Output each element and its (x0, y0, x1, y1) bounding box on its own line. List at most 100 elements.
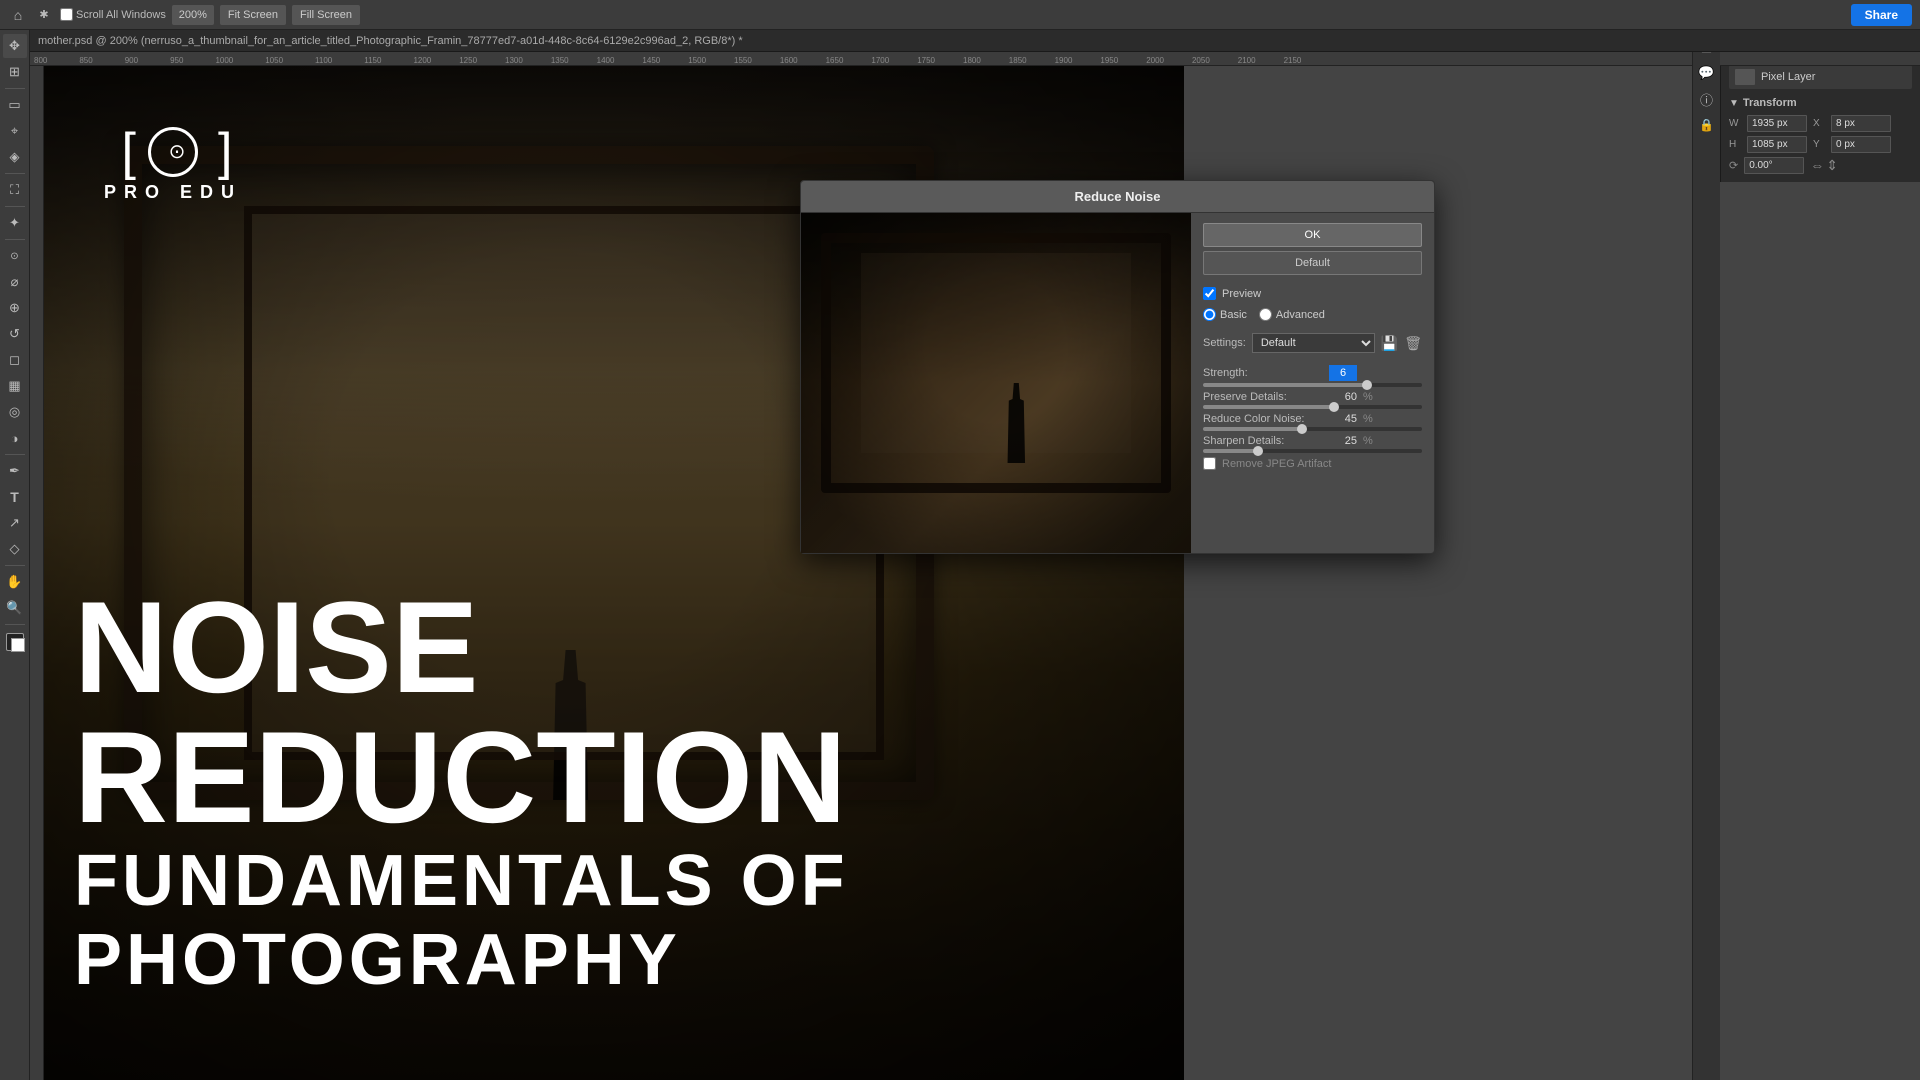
noise-subtitle: FUNDAMENTALS OF PHOTOGRAPHY (74, 842, 1154, 1000)
stamp-tool[interactable]: ⊕ (3, 296, 27, 320)
foreground-color[interactable] (6, 633, 24, 651)
zoom-input[interactable]: 200% (172, 5, 214, 25)
share-button[interactable]: Share (1851, 4, 1912, 26)
preserve-details-row: Preserve Details: 60 % (1203, 391, 1422, 403)
preserve-details-slider-fill (1203, 405, 1334, 409)
reduce-color-slider-track[interactable] (1203, 427, 1422, 431)
sharpen-details-label: Sharpen Details: (1203, 435, 1323, 447)
flip-horizontal-icon[interactable]: ⇔ (1810, 157, 1824, 174)
flip-buttons: ⇔ ⇕ (1810, 157, 1838, 174)
dialog-preview-image (801, 213, 1191, 553)
strength-label: Strength: (1203, 367, 1323, 379)
sharpen-details-slider-thumb[interactable] (1253, 446, 1263, 456)
text-tool[interactable]: T (3, 485, 27, 509)
preserve-details-slider-thumb[interactable] (1329, 402, 1339, 412)
settings-row: Settings: Default 💾 🗑 (1203, 333, 1422, 353)
angle-input[interactable] (1744, 157, 1804, 174)
settings-label: Settings: (1203, 337, 1246, 349)
title-bar: mother.psd @ 200% (nerruso_a_thumbnail_f… (30, 30, 1920, 52)
remove-jpeg-checkbox-label[interactable]: Remove JPEG Artifact (1203, 457, 1422, 470)
logo-bracket: [ ⊙ ] (104, 126, 242, 178)
advanced-radio[interactable] (1259, 308, 1272, 321)
ok-button[interactable]: OK (1203, 223, 1422, 247)
preview-checkbox[interactable] (1203, 287, 1216, 300)
dialog-preview[interactable] (801, 213, 1191, 553)
scroll-all-checkbox[interactable] (60, 8, 73, 21)
strength-row: Strength: (1203, 365, 1422, 381)
history-brush-tool[interactable]: ↺ (3, 322, 27, 346)
strength-input[interactable] (1329, 365, 1357, 381)
gradient-tool[interactable]: ▦ (3, 374, 27, 398)
move-tool[interactable]: ✥ (3, 34, 27, 58)
fill-screen-button[interactable]: Fill Screen (292, 5, 360, 25)
transform-h-y-row: H Y (1729, 136, 1912, 153)
strength-slider-track[interactable] (1203, 383, 1422, 387)
home-icon[interactable]: ⌂ (8, 5, 28, 25)
default-button[interactable]: Default (1203, 251, 1422, 275)
tool-options-icon[interactable]: ✱ (34, 5, 54, 25)
reduce-color-value: 45 (1329, 413, 1357, 425)
shape-tool[interactable]: ◇ (3, 537, 27, 561)
lock-icon[interactable]: 🔒 (1696, 114, 1718, 136)
sharpen-details-row: Sharpen Details: 25 % (1203, 435, 1422, 447)
sliders-section: Strength: Preserve Details: 60 % (1203, 365, 1422, 470)
save-settings-icon[interactable]: 💾 (1381, 335, 1398, 352)
strength-slider-thumb[interactable] (1362, 380, 1372, 390)
preserve-details-slider-track[interactable] (1203, 405, 1422, 409)
dodge-tool[interactable]: ◑ (3, 426, 27, 450)
comment-icon[interactable]: 💬 (1696, 62, 1718, 84)
spot-heal-tool[interactable]: ⊙ (3, 244, 27, 268)
object-select-tool[interactable]: ◈ (3, 145, 27, 169)
eraser-tool[interactable]: ◻ (3, 348, 27, 372)
basic-radio[interactable] (1203, 308, 1216, 321)
preview-check-row: Preview (1203, 287, 1422, 300)
rectangle-select-tool[interactable]: ▭ (3, 93, 27, 117)
eyedropper-tool[interactable]: ✦ (3, 211, 27, 235)
transform-w-x-row: W X (1729, 115, 1912, 132)
preview-label: Preview (1222, 288, 1261, 300)
basic-radio-label[interactable]: Basic (1203, 308, 1247, 321)
flip-vertical-icon[interactable]: ⇕ (1826, 157, 1838, 174)
mode-radio-row: Basic Advanced (1203, 308, 1422, 321)
brush-tool[interactable]: ⌀ (3, 270, 27, 294)
reduce-noise-dialog: Reduce Noise OK Default (800, 180, 1435, 554)
sharpen-details-slider-track[interactable] (1203, 449, 1422, 453)
preserve-details-label: Preserve Details: (1203, 391, 1323, 403)
sharpen-details-slider-fill (1203, 449, 1258, 453)
height-input[interactable] (1747, 136, 1807, 153)
document-title: mother.psd @ 200% (nerruso_a_thumbnail_f… (38, 35, 743, 47)
pen-tool[interactable]: ✒ (3, 459, 27, 483)
zoom-tool[interactable]: 🔍 (3, 596, 27, 620)
left-toolbar: ✥ ⊞ ▭ ⌖ ◈ ⛶ ✦ ⊙ ⌀ ⊕ ↺ ◻ ▦ ◎ ◑ ✒ T ↗ ◇ ✋ … (0, 30, 30, 1080)
reduce-color-slider-thumb[interactable] (1297, 424, 1307, 434)
artboard-tool[interactable]: ⊞ (3, 60, 27, 84)
fit-screen-button[interactable]: Fit Screen (220, 5, 286, 25)
dialog-title: Reduce Noise (801, 181, 1434, 213)
width-input[interactable] (1747, 115, 1807, 132)
dialog-body: OK Default Preview Basic Advanced (801, 213, 1434, 553)
settings-select[interactable]: Default (1252, 333, 1375, 353)
sharpen-details-value: 25 (1329, 435, 1357, 447)
remove-jpeg-label: Remove JPEG Artifact (1203, 457, 1422, 470)
properties-content: Pixel Layer ▼ Transform W X H Y (1721, 57, 1920, 182)
ruler-top: 800 850 900 950 1000 1050 1100 1150 1200… (30, 52, 1920, 66)
pro-edu-logo: [ ⊙ ] PRO EDU (104, 126, 242, 203)
delete-settings-icon[interactable]: 🗑 (1404, 335, 1422, 352)
pixel-layer-row: Pixel Layer (1729, 65, 1912, 89)
info-icon[interactable]: ⓘ (1696, 88, 1718, 110)
blur-tool[interactable]: ◎ (3, 400, 27, 424)
dialog-controls: OK Default Preview Basic Advanced (1191, 213, 1434, 553)
advanced-radio-label[interactable]: Advanced (1259, 308, 1325, 321)
remove-jpeg-checkbox[interactable] (1203, 457, 1216, 470)
path-select-tool[interactable]: ↗ (3, 511, 27, 535)
x-input[interactable] (1831, 115, 1891, 132)
noise-reduction-title: NOISE REDUCTION (74, 582, 1154, 842)
scroll-all-windows-check[interactable]: Scroll All Windows (60, 8, 166, 21)
reduce-color-label: Reduce Color Noise: (1203, 413, 1323, 425)
transform-header[interactable]: ▼ Transform (1729, 97, 1912, 109)
lasso-tool[interactable]: ⌖ (3, 119, 27, 143)
side-icons: ⊟ 💬 ⓘ 🔒 (1692, 30, 1720, 1080)
crop-tool[interactable]: ⛶ (3, 178, 27, 202)
hand-tool[interactable]: ✋ (3, 570, 27, 594)
y-input[interactable] (1831, 136, 1891, 153)
